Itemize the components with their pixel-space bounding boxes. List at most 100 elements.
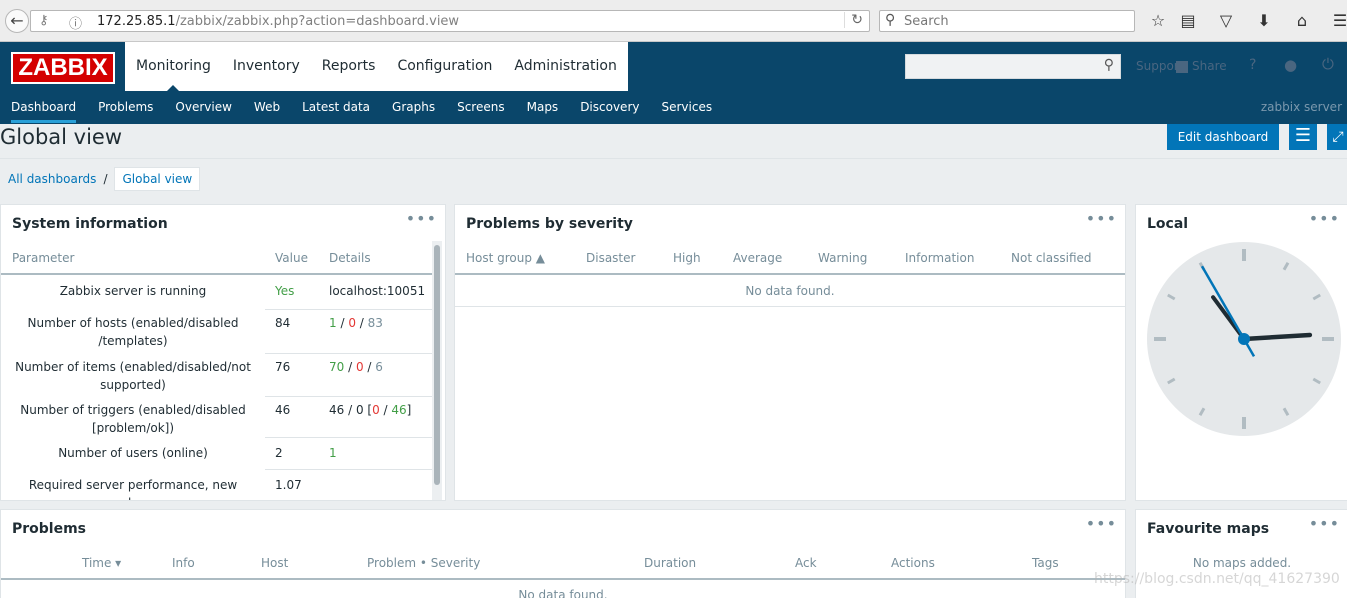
widget-menu-icon[interactable]: ••• xyxy=(1309,514,1340,533)
no-data-message: No data found. xyxy=(745,284,835,298)
submenu-web[interactable]: Web xyxy=(243,94,291,124)
server-name: zabbix server xyxy=(1260,100,1342,114)
column-header-actions: Actions xyxy=(891,556,935,570)
sign-out-icon[interactable]: ⏻ xyxy=(1322,55,1334,73)
system-information-widget: System information ••• Parameter Value D… xyxy=(0,204,446,501)
submenu-screens[interactable]: Screens xyxy=(446,94,516,124)
widget-title: Problems by severity xyxy=(466,216,633,232)
column-header-info: Info xyxy=(172,556,195,570)
table-row-param: Required server performance, new values xyxy=(28,478,238,500)
triggers-summary: 46 / 0 [ xyxy=(329,403,373,417)
url-bar[interactable]: ⚷ ⓘ 172.25.85.1/zabbix/zabbix.php?action… xyxy=(30,10,870,32)
key-icon: ⚷ xyxy=(39,13,49,28)
submenu-graphs[interactable]: Graphs xyxy=(381,94,446,124)
submenu-maps[interactable]: Maps xyxy=(516,94,570,124)
table-row-value: 46 xyxy=(275,403,291,417)
url-host: 172.25.85.1 xyxy=(97,14,176,29)
user-profile-icon[interactable]: ● xyxy=(1284,56,1297,74)
table-row-details: 1 / 0 / 83 xyxy=(329,316,383,330)
back-icon[interactable]: ← xyxy=(5,9,29,33)
edit-dashboard-button[interactable]: Edit dashboard xyxy=(1167,124,1279,150)
header-divider xyxy=(1,273,432,275)
menu-inventory[interactable]: Inventory xyxy=(222,42,311,91)
table-row-param: Number of users (online) xyxy=(58,446,208,460)
breadcrumb-all-dashboards[interactable]: All dashboards xyxy=(8,172,96,186)
menu-monitoring[interactable]: Monitoring xyxy=(125,42,222,91)
table-row-value: 2 xyxy=(275,446,283,460)
search-icon: ⚲ xyxy=(1103,57,1114,73)
home-icon[interactable]: ⌂ xyxy=(1292,11,1312,30)
browser-toolbar: ← ⚷ ⓘ 172.25.85.1/zabbix/zabbix.php?acti… xyxy=(0,0,1347,42)
triggers-ok: 46 xyxy=(391,403,407,417)
pocket-icon[interactable]: ▽ xyxy=(1216,11,1236,30)
table-row-details: 70 / 0 / 6 xyxy=(329,360,383,374)
table-row-value: 84 xyxy=(275,316,291,330)
table-row-value: 76 xyxy=(275,360,291,374)
share-link[interactable]: Share xyxy=(1192,59,1227,73)
items-enabled: 70 xyxy=(329,360,345,374)
top-menu: Monitoring Inventory Reports Configurati… xyxy=(125,42,628,91)
submenu-dashboard[interactable]: Dashboard xyxy=(0,94,87,124)
table-row-details: 46 / 0 [0 / 46] xyxy=(329,403,412,417)
column-header-host-group[interactable]: Host group ▲ xyxy=(466,251,545,265)
reading-list-icon[interactable]: ▤ xyxy=(1178,11,1198,30)
column-header-not-classified: Not classified xyxy=(1011,251,1092,265)
column-header-disaster: Disaster xyxy=(586,251,636,265)
problems-widget: Problems ••• Time ▾ Info Host Problem • … xyxy=(0,509,1126,598)
column-header-parameter: Parameter xyxy=(12,251,75,265)
page-title: Global view xyxy=(0,125,123,149)
triggers-problem: 0 xyxy=(372,403,380,417)
widget-menu-icon[interactable]: ••• xyxy=(1086,514,1117,533)
info-icon[interactable]: ⓘ xyxy=(69,13,82,32)
table-row-param: Number of hosts (enabled/disabled /templ… xyxy=(27,316,239,348)
widget-title: Problems xyxy=(12,521,87,537)
column-header-tags: Tags xyxy=(1032,556,1059,570)
row-divider xyxy=(265,353,432,354)
menu-configuration[interactable]: Configuration xyxy=(386,42,503,91)
hosts-disabled: 0 xyxy=(348,316,356,330)
header-search-input[interactable]: ⚲ xyxy=(905,54,1121,79)
widget-menu-icon[interactable]: ••• xyxy=(406,209,437,228)
column-header-time[interactable]: Time ▾ xyxy=(82,556,121,570)
submenu-services[interactable]: Services xyxy=(650,94,723,124)
reload-icon[interactable]: ↻ xyxy=(844,12,863,28)
submenu-discovery[interactable]: Discovery xyxy=(569,94,650,124)
menu-reports[interactable]: Reports xyxy=(311,42,387,91)
hosts-templates: 83 xyxy=(367,316,383,330)
clock-center xyxy=(1238,333,1250,345)
submenu-overview[interactable]: Overview xyxy=(164,94,243,124)
scrollbar-thumb[interactable] xyxy=(434,245,440,485)
table-row-value: Yes xyxy=(275,284,295,298)
analog-clock xyxy=(1147,242,1341,436)
sub-menu: Dashboard Problems Overview Web Latest d… xyxy=(0,94,723,124)
table-row-param: Number of triggers (enabled/disabled [pr… xyxy=(20,403,246,435)
download-icon[interactable]: ⬇ xyxy=(1254,11,1274,30)
items-not-supported: 6 xyxy=(375,360,383,374)
submenu-problems[interactable]: Problems xyxy=(87,94,164,124)
column-header-average: Average xyxy=(733,251,783,265)
local-clock-widget: Local ••• xyxy=(1135,204,1347,501)
widget-menu-icon[interactable]: ••• xyxy=(1309,209,1340,228)
column-header-duration: Duration xyxy=(644,556,697,570)
bookmark-star-icon[interactable]: ☆ xyxy=(1148,11,1168,30)
fullscreen-icon[interactable]: ⤢ xyxy=(1327,124,1347,150)
breadcrumb-current[interactable]: Global view xyxy=(114,167,201,191)
submenu-latest-data[interactable]: Latest data xyxy=(291,94,381,124)
zabbix-logo[interactable]: ZABBIX xyxy=(11,52,115,84)
column-header-problem-severity: Problem • Severity xyxy=(367,556,481,570)
hosts-enabled: 1 xyxy=(329,316,337,330)
hamburger-menu-icon[interactable]: ☰ xyxy=(1330,11,1347,30)
menu-administration[interactable]: Administration xyxy=(503,42,627,91)
zabbix-header: ZABBIX Monitoring Inventory Reports Conf… xyxy=(0,42,1347,124)
row-divider xyxy=(265,309,432,310)
dashboard-actions-icon[interactable]: ☰ xyxy=(1289,124,1317,150)
column-header-information: Information xyxy=(905,251,975,265)
column-header-high: High xyxy=(673,251,701,265)
help-icon[interactable]: ? xyxy=(1249,57,1256,73)
items-disabled: 0 xyxy=(355,360,364,374)
browser-search-input[interactable]: ⚲ Search xyxy=(879,10,1135,32)
widget-menu-icon[interactable]: ••• xyxy=(1086,209,1117,228)
column-header-details: Details xyxy=(329,251,371,265)
row-divider xyxy=(265,437,432,438)
breadcrumb-separator: / xyxy=(103,172,108,186)
